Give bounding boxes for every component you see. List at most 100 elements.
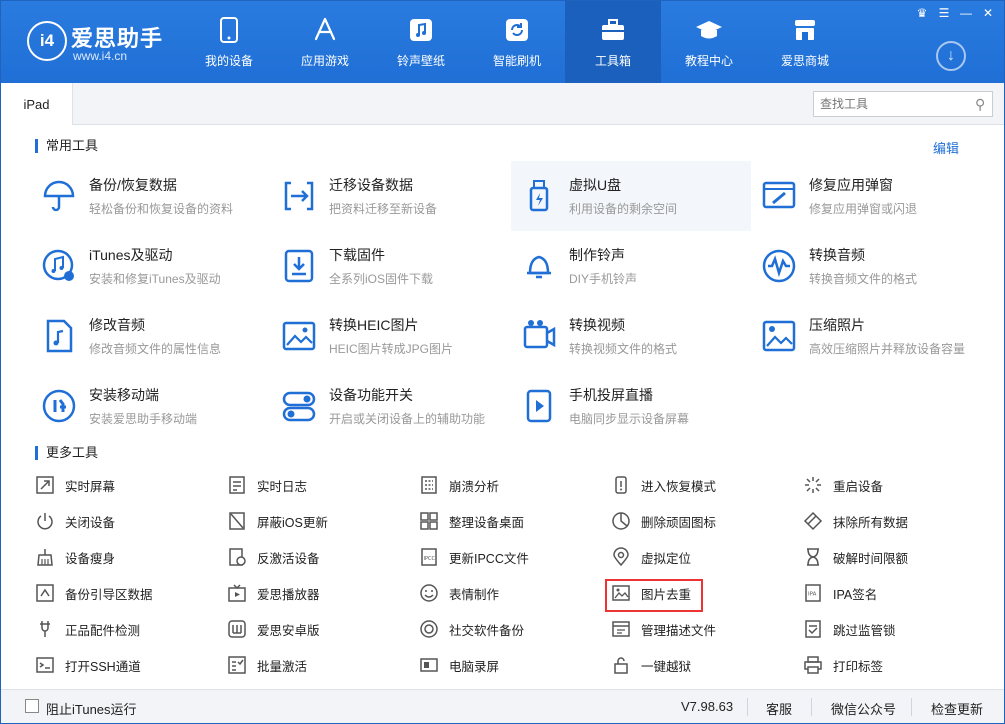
- more-tool-item[interactable]: 正品配件检测: [35, 611, 227, 647]
- tool-download-firmware[interactable]: 下载固件 全系列iOS固件下载: [271, 231, 511, 301]
- more-tool-item[interactable]: IPCC 更新IPCC文件: [419, 539, 611, 575]
- nav-tutorials[interactable]: 教程中心: [661, 1, 757, 83]
- menu-icon[interactable]: ☰: [934, 5, 954, 21]
- more-tool-label: 打开SSH通道: [65, 659, 141, 674]
- tool-make-ringtone[interactable]: 制作铃声 DIY手机铃声: [511, 231, 751, 301]
- tool-desc: 全系列iOS固件下载: [329, 272, 434, 286]
- graduation-cap-icon: [695, 16, 723, 44]
- nav-label: 教程中心: [684, 53, 733, 68]
- wechat-button[interactable]: 微信公众号: [831, 699, 896, 718]
- more-tool-item[interactable]: 整理设备桌面: [419, 503, 611, 539]
- more-tool-item[interactable]: 批量激活: [227, 647, 419, 683]
- more-tool-item[interactable]: 抹除所有数据: [803, 503, 995, 539]
- tool-title: 压缩照片: [809, 317, 865, 333]
- more-tool-item[interactable]: 打开SSH通道: [35, 647, 227, 683]
- edit-button[interactable]: 编辑: [933, 138, 959, 157]
- nav-my-device[interactable]: 我的设备: [181, 1, 277, 83]
- more-tool-item[interactable]: 实时日志: [227, 467, 419, 503]
- nav-label: 爱思商城: [780, 53, 829, 68]
- app-window: i4 爱思助手 www.i4.cn 我的设备 应用游戏 铃声壁纸 智能刷机 工具…: [0, 0, 1005, 724]
- tool-device-switches[interactable]: 设备功能开关 开启或关闭设备上的辅助功能: [271, 371, 511, 441]
- more-tool-item[interactable]: 重启设备: [803, 467, 995, 503]
- tool-backup-restore[interactable]: 备份/恢复数据 轻松备份和恢复设备的资料: [31, 161, 271, 231]
- tool-compress-photo[interactable]: 压缩照片高效压缩照片并释放设备容量: [751, 301, 991, 371]
- more-tool-item[interactable]: 备份引导区数据: [35, 575, 227, 611]
- more-tool-item[interactable]: 一键越狱: [611, 647, 803, 683]
- search-icon[interactable]: ⚲: [975, 96, 992, 113]
- svg-text:IPA: IPA: [808, 592, 817, 598]
- more-tool-item-highlighted[interactable]: 图片去重: [605, 575, 803, 612]
- log-icon: [229, 476, 245, 494]
- nav-toolbox[interactable]: 工具箱: [565, 1, 661, 83]
- tool-desc: 转换音频文件的格式: [809, 272, 918, 286]
- image-dedupe-icon: [612, 585, 630, 601]
- more-tool-item[interactable]: 崩溃分析: [419, 467, 611, 503]
- more-tool-item[interactable]: 社交软件备份: [419, 611, 611, 647]
- tool-desc: 电脑同步显示设备屏幕: [569, 412, 690, 426]
- search-input[interactable]: [814, 97, 975, 111]
- service-button[interactable]: 客服: [766, 699, 792, 718]
- more-tool-item[interactable]: 屏蔽iOS更新: [227, 503, 419, 539]
- logo-badge: i4: [27, 21, 67, 61]
- check-update-button[interactable]: 检查更新: [931, 699, 983, 718]
- tool-screen-cast[interactable]: 手机投屏直播电脑同步显示设备屏幕: [511, 371, 751, 441]
- nav-store[interactable]: 爱思商城: [757, 1, 853, 83]
- more-tool-label: 破解时间限额: [833, 551, 909, 566]
- tool-migrate-data[interactable]: 迁移设备数据 把资料迁移至新设备: [271, 161, 511, 231]
- more-tool-item[interactable]: 设备瘦身: [35, 539, 227, 575]
- tool-title: 设备功能开关: [329, 387, 413, 403]
- more-tool-item[interactable]: 关闭设备: [35, 503, 227, 539]
- tool-edit-audio[interactable]: 修改音频 修改音频文件的属性信息: [31, 301, 271, 371]
- skin-icon[interactable]: ♛: [912, 5, 932, 21]
- more-tool-item[interactable]: 进入恢复模式: [611, 467, 803, 503]
- tool-desc: 安装爱思助手移动端: [89, 412, 198, 426]
- nav-flash[interactable]: 智能刷机: [469, 1, 565, 83]
- nav-ringtones[interactable]: 铃声壁纸: [373, 1, 469, 83]
- tab-device[interactable]: iPad: [1, 83, 73, 125]
- minimize-icon[interactable]: —: [956, 5, 976, 21]
- close-icon[interactable]: ✕: [978, 5, 998, 21]
- jailbreak-icon: [614, 657, 628, 674]
- more-tool-label: 设备瘦身: [65, 551, 116, 566]
- tool-convert-audio[interactable]: 转换音频 转换音频文件的格式: [751, 231, 991, 301]
- more-tool-item[interactable]: 管理描述文件: [611, 611, 803, 647]
- tool-convert-video[interactable]: 转换视频 转换视频文件的格式: [511, 301, 751, 371]
- more-tool-label: 关闭设备: [65, 515, 116, 530]
- more-tool-item[interactable]: 爱思安卓版: [227, 611, 419, 647]
- more-tool-item[interactable]: 表情制作: [419, 575, 611, 611]
- more-tool-item[interactable]: 破解时间限额: [803, 539, 995, 575]
- download-icon[interactable]: ↓: [936, 41, 966, 71]
- more-tool-item[interactable]: 爱思播放器: [227, 575, 419, 611]
- tool-convert-heic[interactable]: 转换HEIC图片 HEIC图片转成JPG图片: [271, 301, 511, 371]
- tool-virtual-usb[interactable]: 虚拟U盘 利用设备的剩余空间: [511, 161, 751, 231]
- more-tools-title: 更多工具: [35, 446, 98, 460]
- nav-label: 智能刷机: [492, 53, 541, 68]
- tool-title: 手机投屏直播: [569, 387, 653, 403]
- nav-apps[interactable]: 应用游戏: [277, 1, 373, 83]
- tool-install-mobile[interactable]: 安装移动端 安装爱思助手移动端: [31, 371, 271, 441]
- audio-wave-icon: [762, 249, 796, 283]
- more-tool-item[interactable]: IPA IPA签名: [803, 575, 995, 611]
- block-itunes-label: 阻止iTunes运行: [46, 702, 137, 717]
- tool-desc: DIY手机铃声: [569, 272, 638, 286]
- block-itunes-checkbox[interactable]: [25, 699, 39, 713]
- more-tool-label: 批量激活: [257, 659, 308, 674]
- recovery-mode-icon: [615, 476, 627, 494]
- more-tool-label: 管理描述文件: [641, 623, 717, 638]
- more-tool-label: 虚拟定位: [641, 551, 692, 566]
- nav-label: 我的设备: [204, 53, 253, 68]
- more-tool-item[interactable]: 反激活设备: [227, 539, 419, 575]
- more-tool-item[interactable]: 删除顽固图标: [611, 503, 803, 539]
- tool-fix-popup[interactable]: 修复应用弹窗 修复应用弹窗或闪退: [751, 161, 991, 231]
- divider: [911, 698, 912, 716]
- more-tool-item[interactable]: 虚拟定位: [611, 539, 803, 575]
- tool-itunes-driver[interactable]: iTunes及驱动 安装和修复iTunes及驱动: [31, 231, 271, 301]
- top-bar: i4 爱思助手 www.i4.cn 我的设备 应用游戏 铃声壁纸 智能刷机 工具…: [1, 1, 1004, 83]
- more-tool-item[interactable]: 跳过监管锁: [803, 611, 995, 647]
- tool-desc: 高效压缩照片并释放设备容量: [809, 342, 966, 356]
- more-tool-item[interactable]: 实时屏幕: [35, 467, 227, 503]
- more-tool-item[interactable]: 打印标签: [803, 647, 995, 683]
- more-tool-item[interactable]: 电脑录屏: [419, 647, 611, 683]
- itunes-icon: [42, 249, 74, 281]
- search-box[interactable]: ⚲: [813, 91, 993, 117]
